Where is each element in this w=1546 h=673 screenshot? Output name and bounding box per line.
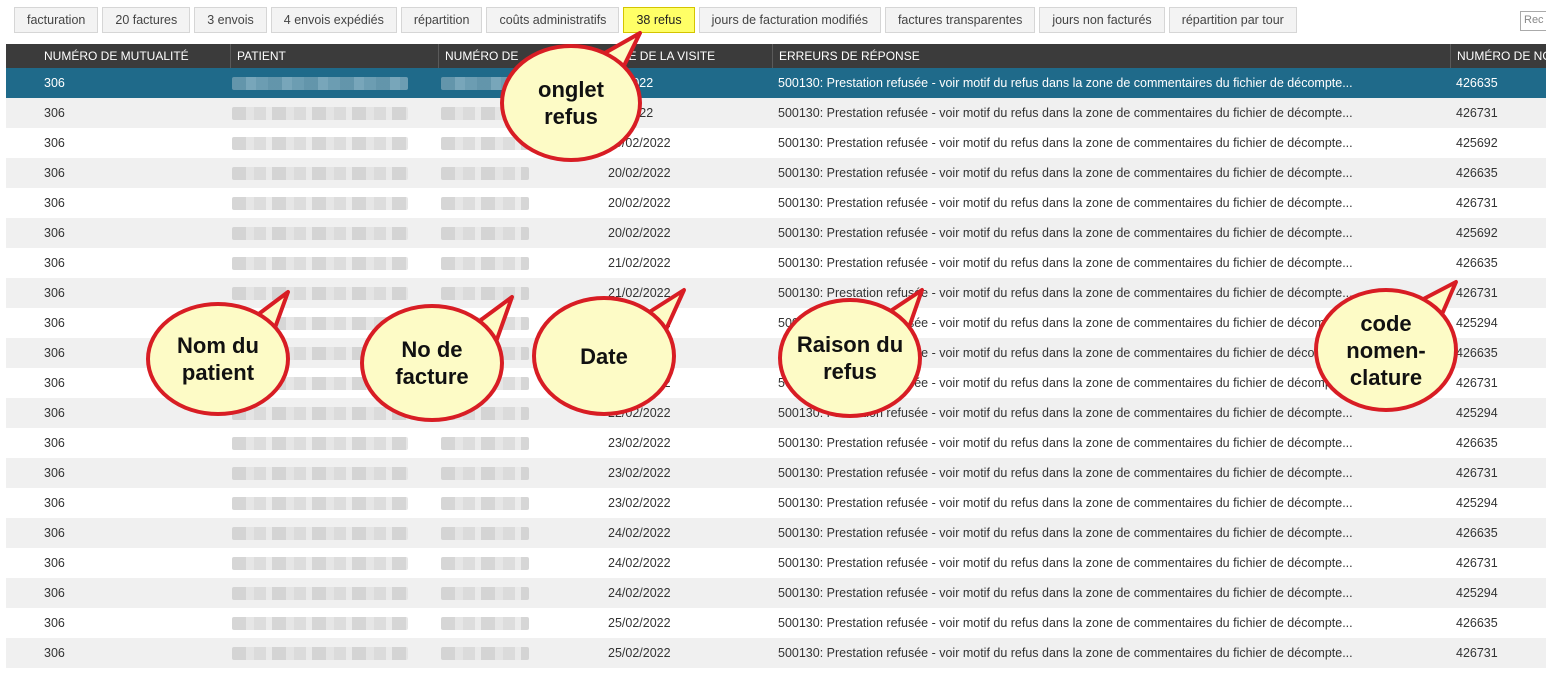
callout-date: Date	[532, 296, 676, 416]
callout-code-nomenclature: code nomen- clature	[1314, 288, 1458, 412]
callout-nom-patient: Nom du patient	[146, 302, 290, 416]
callout-raison-refus: Raison du refus	[778, 298, 922, 418]
callout-onglet-refus: onglet refus	[500, 44, 642, 162]
callout-no-facture: No de facture	[360, 304, 504, 422]
